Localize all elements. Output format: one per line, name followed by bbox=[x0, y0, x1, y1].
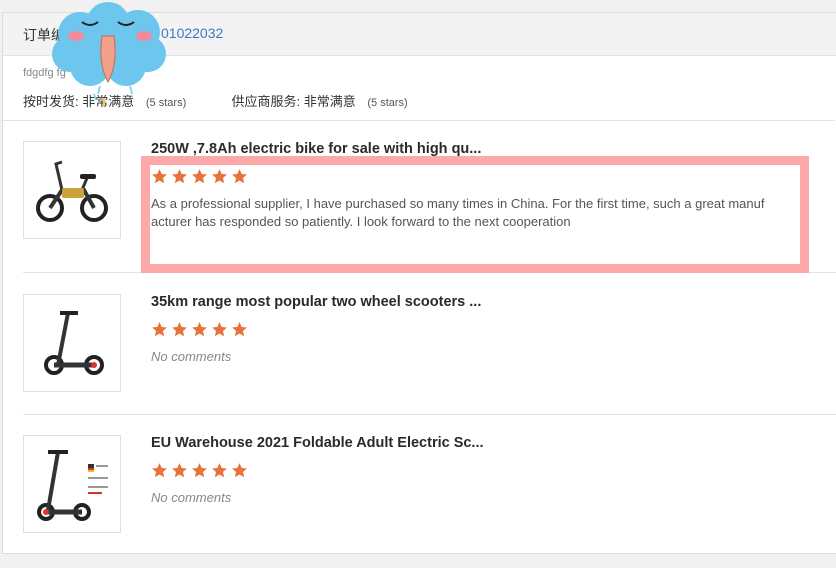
rating-stars bbox=[151, 168, 248, 185]
product-title[interactable]: EU Warehouse 2021 Foldable Adult Electri… bbox=[151, 435, 484, 451]
star-icon bbox=[232, 463, 247, 478]
rating-stars bbox=[151, 321, 248, 338]
divider bbox=[23, 414, 836, 415]
product-title[interactable]: 35km range most popular two wheel scoote… bbox=[151, 294, 481, 310]
rating-label-service: 供应商服务: bbox=[231, 94, 301, 109]
product-title[interactable]: 250W ,7.8Ah electric bike for sale with … bbox=[151, 141, 481, 157]
star-icon bbox=[172, 463, 187, 478]
review-item: 35km range most popular two wheel scoote… bbox=[23, 294, 836, 394]
divider bbox=[3, 120, 835, 121]
star-icon bbox=[172, 322, 187, 337]
star-icon bbox=[212, 169, 227, 184]
rating-stars bbox=[151, 462, 248, 479]
electric-bike-icon bbox=[36, 160, 108, 222]
star-icon bbox=[212, 463, 227, 478]
review-comment: No comments bbox=[151, 349, 232, 364]
product-thumbnail[interactable] bbox=[23, 141, 121, 239]
star-icon bbox=[152, 463, 167, 478]
divider bbox=[23, 272, 836, 273]
star-icon bbox=[152, 322, 167, 337]
star-icon bbox=[152, 169, 167, 184]
scooter-icon bbox=[44, 311, 104, 375]
product-thumbnail[interactable] bbox=[23, 435, 121, 533]
star-icon bbox=[232, 322, 247, 337]
product-thumbnail[interactable] bbox=[23, 294, 121, 392]
star-icon bbox=[192, 322, 207, 337]
star-icon bbox=[192, 463, 207, 478]
order-number-link[interactable]: 01022032 bbox=[161, 25, 223, 41]
review-item: 250W ,7.8Ah electric bike for sale with … bbox=[23, 141, 836, 251]
star-icon bbox=[192, 169, 207, 184]
review-comment: No comments bbox=[151, 490, 232, 505]
cloud-mascot-icon bbox=[52, 2, 166, 106]
foldable-scooter-icon bbox=[37, 450, 108, 521]
rating-value-service: 非常满意 bbox=[303, 94, 356, 109]
star-icon bbox=[172, 169, 187, 184]
review-item: EU Warehouse 2021 Foldable Adult Electri… bbox=[23, 435, 836, 535]
review-comment: As a professional supplier, I have purch… bbox=[151, 196, 765, 229]
rating-stars-service: (5 stars) bbox=[367, 97, 408, 109]
star-icon bbox=[212, 322, 227, 337]
star-icon bbox=[232, 169, 247, 184]
